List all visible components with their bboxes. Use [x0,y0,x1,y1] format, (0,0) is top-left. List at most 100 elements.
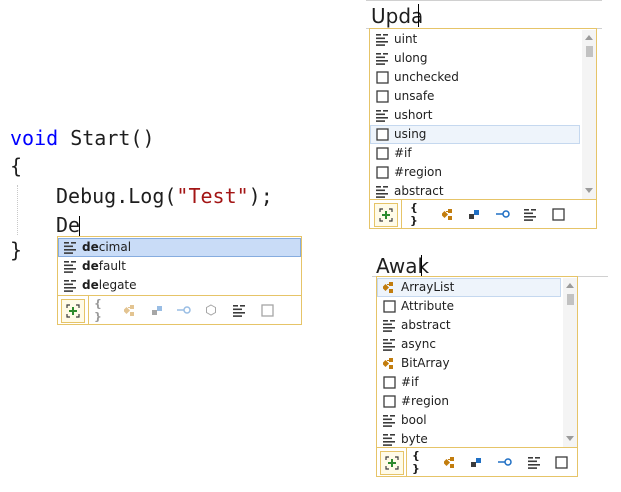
completion-popup-awake[interactable]: ArrayList Attribute abstract async BitAr… [376,276,578,477]
item-label: fault [98,259,126,273]
module-filter-button[interactable] [202,301,220,319]
keyword-icon [64,280,76,292]
clipped-text-fragment: ʼʼ [118,0,135,4]
expand-filter-button[interactable] [374,203,398,227]
item-label: BitArray [401,356,450,370]
filter-toolbar: { } [377,447,577,476]
keyword-icon [376,110,388,122]
item-label: #if [401,375,419,389]
item-label: unchecked [394,70,459,84]
snippet-filter-button[interactable] [549,205,567,223]
call-end: ); [248,184,273,208]
class-filter-button[interactable] [121,301,139,319]
namespace-filter-button[interactable]: { } [94,297,112,323]
completion-item[interactable]: #region [370,163,580,182]
item-label: abstract [401,318,451,332]
namespace-filter-button[interactable]: { } [410,201,428,227]
code-line-method-signature: void Start() [10,126,155,150]
text-caret [421,255,422,277]
snippet-icon [554,455,568,469]
typed-text-upda[interactable]: Upda [371,4,423,28]
keyword-filter-button[interactable] [525,453,543,471]
keyword-icon [232,304,245,317]
struct-filter-button[interactable] [148,301,166,319]
completion-item-decimal[interactable]: decimal [58,238,301,257]
keyword-icon [376,34,388,46]
method-name: Start() [58,126,155,150]
scroll-thumb[interactable] [567,294,574,305]
scroll-up-arrow-icon[interactable] [566,283,574,288]
completion-item-delegate[interactable]: delegate [58,276,301,295]
add-filter-icon [385,456,399,470]
completion-item[interactable]: ulong [370,49,580,68]
keyword-icon [383,415,395,427]
completion-item[interactable]: uint [370,30,580,49]
completion-item[interactable]: async [377,335,561,354]
typed-text-de[interactable]: De [56,213,80,237]
struct-icon [151,305,162,315]
completion-item[interactable]: #region [377,392,561,411]
method-call: Debug.Log( [56,184,177,208]
class-filter-button[interactable] [441,453,459,471]
completion-item[interactable]: #if [377,373,561,392]
struct-filter-button[interactable] [467,453,485,471]
interface-filter-button[interactable] [496,453,514,471]
interface-filter-button[interactable] [175,301,193,319]
completion-item[interactable]: bool [377,411,561,430]
namespace-filter-button[interactable]: { } [412,449,430,475]
keyword-icon [64,261,76,273]
scroll-thumb[interactable] [586,46,593,57]
text-caret [418,4,419,27]
snippet-icon [260,303,274,317]
scrollbar[interactable] [582,30,596,200]
add-filter-icon [379,208,393,222]
snippet-icon [383,395,396,408]
item-label: #if [394,146,412,160]
completion-item-using[interactable]: using [370,125,580,144]
item-label: using [394,127,427,141]
interface-filter-button[interactable] [494,205,512,223]
snippet-icon [383,376,396,389]
snippet-icon [376,166,389,179]
completion-item[interactable]: abstract [377,316,561,335]
item-label: ulong [394,51,428,65]
keyword-icon [376,53,388,65]
editor-line-top-border [366,0,602,1]
completion-item[interactable]: ushort [370,106,580,125]
snippet-icon [376,71,389,84]
snippet-filter-button[interactable] [258,301,276,319]
scroll-down-arrow-icon[interactable] [585,188,593,193]
completion-item[interactable]: BitArray [377,354,561,373]
class-icon [441,208,452,220]
snippet-icon [376,147,389,160]
scrollbar[interactable] [563,278,577,448]
keyword-filter-button[interactable] [230,301,248,319]
class-filter-button[interactable] [439,205,457,223]
expand-filter-button[interactable] [61,299,85,323]
scroll-down-arrow-icon[interactable] [566,436,574,441]
completion-popup-update[interactable]: uint ulong unchecked unsafe ushort using… [369,28,597,229]
item-label: cimal [98,240,132,254]
scroll-up-arrow-icon[interactable] [585,35,593,40]
class-icon [383,282,393,293]
completion-popup-left[interactable]: decimal default delegate { } [57,236,302,325]
keyword-filter-button[interactable] [521,205,539,223]
item-label: async [401,337,436,351]
expand-filter-button[interactable] [380,451,404,475]
class-icon [443,456,454,468]
snippet-icon [383,300,396,313]
keyword-icon [523,208,536,221]
completion-item[interactable]: #if [370,144,580,163]
completion-item-arraylist[interactable]: ArrayList [377,278,561,297]
snippet-filter-button[interactable] [552,453,570,471]
completion-item-default[interactable]: default [58,257,301,276]
completion-item[interactable]: Attribute [377,297,561,316]
struct-filter-button[interactable] [465,205,483,223]
item-label: Attribute [401,299,454,313]
completion-item[interactable]: unchecked [370,68,580,87]
completion-list: ArrayList Attribute abstract async BitAr… [377,278,561,449]
filter-toolbar: { } [370,199,596,228]
completion-item[interactable]: unsafe [370,87,580,106]
match-prefix: de [82,240,99,254]
item-label: #region [401,394,450,408]
